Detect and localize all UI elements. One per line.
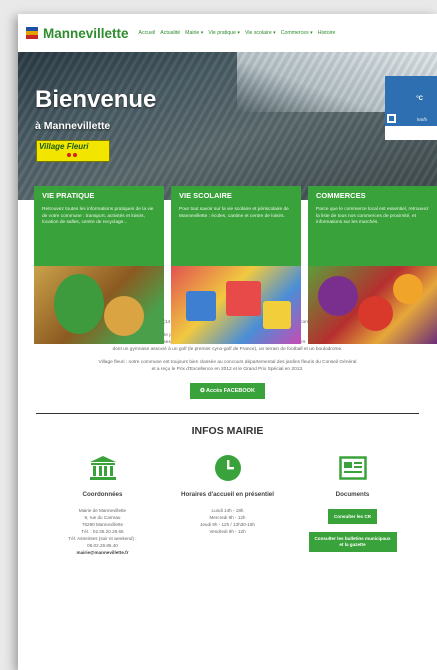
town-hall-icon <box>40 453 165 483</box>
logo-flag-icon <box>26 26 38 40</box>
nav-vie-scolaire[interactable]: Vie scolaire ▾ <box>245 30 276 36</box>
card-commerces[interactable]: COMMERCES Parce que le commerce local es… <box>308 186 437 344</box>
address-line: 9, rue du Carreau <box>84 515 121 520</box>
recycling-photo <box>34 266 164 344</box>
nav-mairie[interactable]: Mairie ▾ <box>185 30 203 36</box>
main-nav: Accueil Actualité Mairie ▾ Vie pratique … <box>139 30 336 36</box>
school-blocks-photo <box>171 266 301 344</box>
site-header: Mannevillette Accueil Actualité Mairie ▾… <box>18 14 437 52</box>
card-head: VIE PRATIQUE Retrouvez toutes les inform… <box>34 186 164 266</box>
site-name: Mannevillette <box>43 25 129 41</box>
card-head: COMMERCES Parce que le commerce local es… <box>308 186 437 266</box>
card-text: Retrouvez toutes les informations pratiq… <box>42 207 154 225</box>
feature-cards: VIE PRATIQUE Retrouvez toutes les inform… <box>18 186 437 344</box>
infos-mairie: Coordonnées Mairie de Mannevillette 9, r… <box>18 453 437 556</box>
hero-title: Bienvenue <box>35 86 157 113</box>
village-fleuri-badge: Village Fleuri <box>36 140 110 162</box>
section-divider <box>36 413 419 414</box>
coordonnees-column: Coordonnées Mairie de Mannevillette 9, r… <box>40 453 165 556</box>
weather-speed: km/h <box>417 117 427 122</box>
intro-paragraph-3: Village fleuri : notre commune est toujo… <box>38 359 417 373</box>
facebook-wrap: ✪ Accès FACEBOOK <box>18 379 437 399</box>
weather-panel: °C km/h <box>385 76 437 126</box>
address-line: Mairie de Mannevillette <box>78 508 127 513</box>
documents-column: Documents Consulter les CR Consulter les… <box>290 453 415 556</box>
vegetables-photo <box>308 266 437 344</box>
consulter-bulletins-button[interactable]: Consulter les bulletins municipaux et la… <box>308 532 397 552</box>
newspaper-icon <box>290 453 415 483</box>
nav-histoire[interactable]: Histoire <box>318 30 336 36</box>
card-title: VIE SCOLAIRE <box>179 191 232 200</box>
phone-line: Tél. Astreintes (soir et weekend) : <box>68 536 137 541</box>
card-text: Pour tout savoir sur la vie scolaire et … <box>179 207 289 219</box>
card-vie-scolaire[interactable]: VIE SCOLAIRE Pour tout savoir sur la vie… <box>171 186 301 344</box>
nav-accueil[interactable]: Accueil <box>139 30 156 36</box>
card-text: Parce que le commerce local est essentie… <box>316 207 429 225</box>
nav-commerces[interactable]: Commerces ▾ <box>281 30 313 36</box>
card-vie-pratique[interactable]: VIE PRATIQUE Retrouvez toutes les inform… <box>34 186 164 344</box>
flower-icon <box>67 153 77 157</box>
site-logo[interactable]: Mannevillette <box>26 26 129 41</box>
coordonnees-lines: Mairie de Mannevillette 9, rue du Carrea… <box>40 507 165 556</box>
wind-icon <box>387 114 396 123</box>
hero-subtitle: à Mannevillette <box>35 120 111 132</box>
intro-line: et a reçu le Prix d'Excellence en 2012 e… <box>151 367 304 372</box>
card-title: VIE PRATIQUE <box>42 191 95 200</box>
phone-line: Tél. : 02.35.20.29.65 <box>81 529 124 534</box>
hero-banner: Bienvenue à Mannevillette Village Fleuri… <box>18 52 437 200</box>
horaires-column: Horaires d'accueil en présentiel Lundi 1… <box>165 453 290 556</box>
hours-line: Mercredi 9h - 12h <box>209 515 246 520</box>
facebook-button[interactable]: ✪ Accès FACEBOOK <box>190 383 265 399</box>
documents-title: Documents <box>335 491 370 498</box>
intro-line: Village fleuri : notre commune est toujo… <box>98 360 357 365</box>
address-line: 76290 Mannevillette <box>81 522 124 527</box>
nav-actualite[interactable]: Actualité <box>160 30 180 36</box>
page: Mannevillette Accueil Actualité Mairie ▾… <box>18 14 437 670</box>
intro-line: dont un gymnase associé à un golf (le pr… <box>112 347 343 352</box>
card-title: COMMERCES <box>316 191 366 200</box>
card-head: VIE SCOLAIRE Pour tout savoir sur la vie… <box>171 186 301 266</box>
badge-text: Village Fleuri <box>39 142 89 151</box>
phone-line: 06.02.29.85.40 <box>87 543 118 548</box>
weather-widget[interactable]: °C km/h <box>385 76 437 140</box>
hours-line: Jeudi 9h - 12h / 13h30-15h <box>200 522 255 527</box>
facebook-button-label: Accès FACEBOOK <box>206 388 255 394</box>
consulter-cr-button[interactable]: Consulter les CR <box>327 509 377 524</box>
hours-line: Vendredi 9h - 12h <box>209 529 246 534</box>
coordonnees-title: Coordonnées <box>82 491 123 498</box>
hours-line: Lundi 14h - 18h <box>211 508 244 513</box>
clock-icon <box>165 453 290 483</box>
infos-title: INFOS MAIRIE <box>191 425 264 437</box>
weather-unit: °C <box>416 96 423 102</box>
nav-vie-pratique[interactable]: Vie pratique ▾ <box>208 30 240 36</box>
horaires-lines: Lundi 14h - 18h Mercredi 9h - 12h Jeudi … <box>165 507 290 535</box>
horaires-title: Horaires d'accueil en présentiel <box>181 491 274 498</box>
email-link[interactable]: mairie@mannevillette.fr <box>40 549 165 556</box>
